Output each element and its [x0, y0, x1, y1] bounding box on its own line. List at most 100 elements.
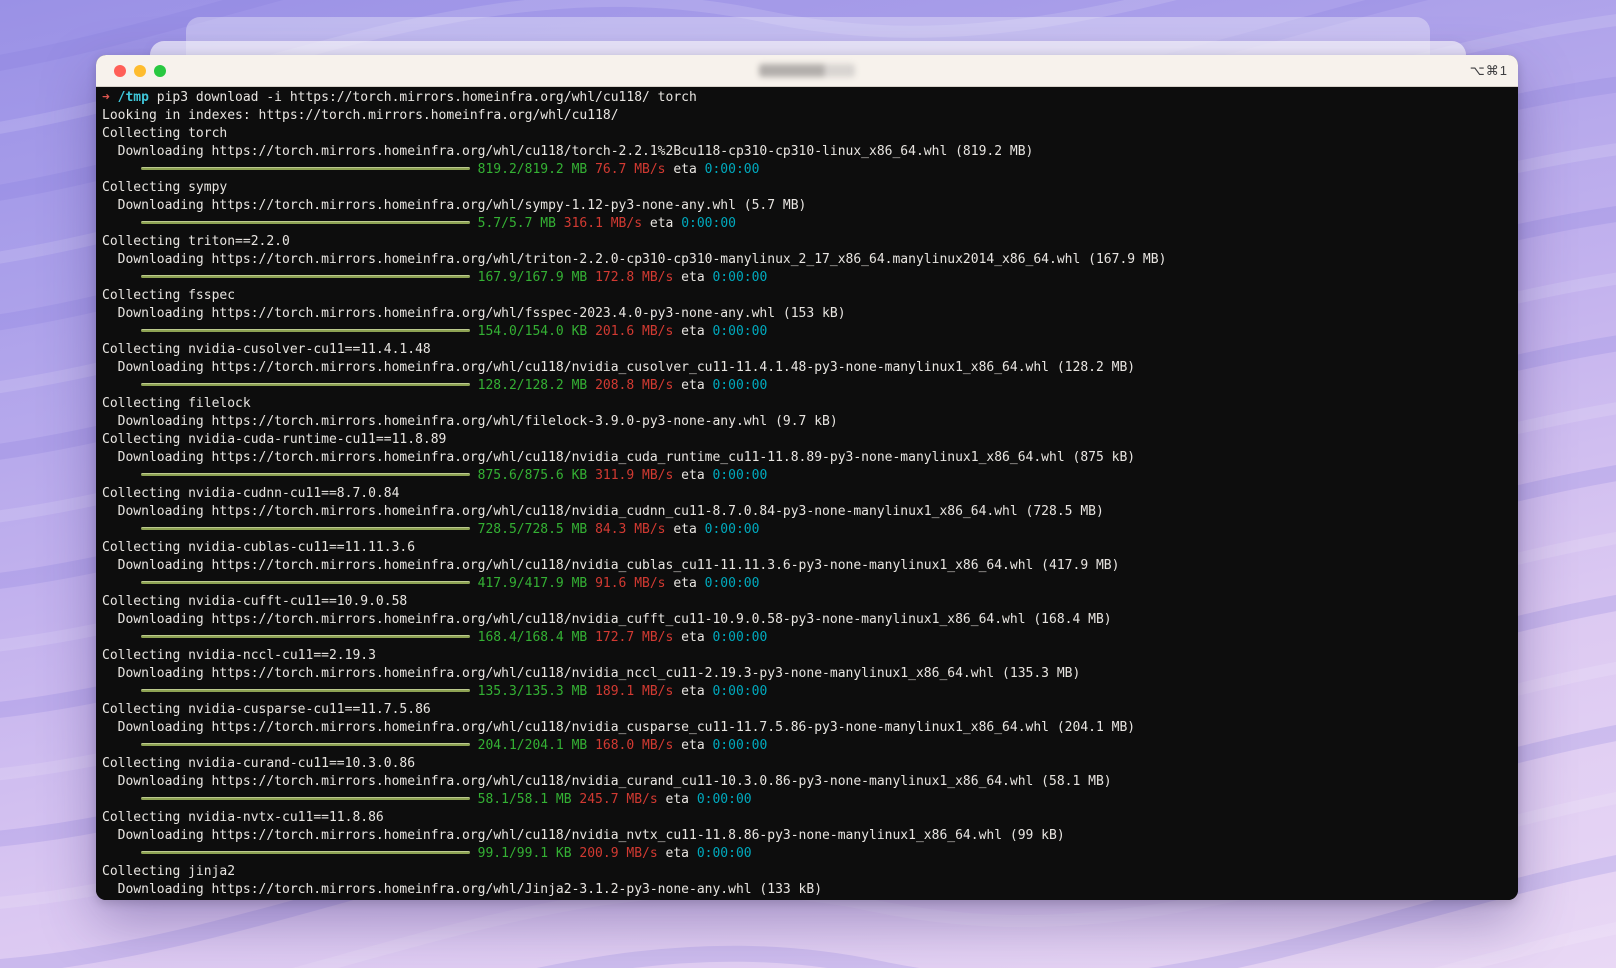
eta-value: 0:00:00 [712, 324, 768, 339]
progress-size: 58.1/58.1 MB [477, 792, 572, 807]
progress-line: 167.9/167.9 MB 172.8 MB/s eta 0:00:00 [102, 269, 1518, 287]
progress-speed: 189.1 MB/s [595, 684, 674, 699]
eta-label: eta [681, 468, 705, 483]
progress-size: 875.6/875.6 KB [477, 468, 588, 483]
downloading-line: Downloading https://torch.mirrors.homein… [117, 144, 1034, 159]
collecting-line: Collecting nvidia-nccl-cu11==2.19.3 [102, 648, 376, 663]
collecting-line: Collecting nvidia-cusparse-cu11==11.7.5.… [102, 702, 431, 717]
prompt-line: ➜ /tmp pip3 download -i https://torch.mirr… [102, 89, 1518, 107]
collecting-line: Collecting nvidia-cublas-cu11==11.11.3.6 [102, 540, 416, 555]
progress-bar [141, 527, 470, 530]
progress-line: 154.0/154.0 KB 201.6 MB/s eta 0:00:00 [102, 323, 1518, 341]
traffic-lights [114, 55, 166, 86]
eta-value: 0:00:00 [712, 468, 768, 483]
downloading-line: Downloading https://torch.mirrors.homein… [117, 414, 838, 429]
downloading-line: Downloading https://torch.mirrors.homein… [117, 450, 1136, 465]
eta-value: 0:00:00 [712, 270, 768, 285]
progress-line: 99.1/99.1 KB 200.9 MB/s eta 0:00:00 [102, 845, 1518, 863]
eta-value: 0:00:00 [704, 162, 760, 177]
progress-line: 819.2/819.2 MB 76.7 MB/s eta 0:00:00 [102, 161, 1518, 179]
progress-size: 417.9/417.9 MB [477, 576, 588, 591]
terminal-output[interactable]: ➜ /tmp pip3 download -i https://torch.mirr… [96, 87, 1518, 900]
eta-label: eta [673, 576, 697, 591]
progress-speed: 316.1 MB/s [563, 216, 643, 231]
collecting-line: Collecting nvidia-cusolver-cu11==11.4.1.… [102, 342, 431, 357]
eta-label: eta [681, 270, 705, 285]
eta-value: 0:00:00 [696, 792, 752, 807]
progress-speed: 76.7 MB/s [595, 162, 666, 177]
eta-label: eta [673, 162, 697, 177]
collecting-line: Collecting filelock [102, 396, 251, 411]
prompt-command: pip3 download -i https://torch.mirrors.h… [156, 90, 697, 105]
progress-speed: 245.7 MB/s [579, 792, 658, 807]
progress-speed: 200.9 MB/s [579, 846, 658, 861]
downloading-line: Downloading https://torch.mirrors.homein… [117, 666, 1081, 681]
progress-line: 5.7/5.7 MB 316.1 MB/s eta 0:00:00 [102, 215, 1518, 233]
progress-speed: 172.8 MB/s [595, 270, 674, 285]
downloading-line: Downloading https://torch.mirrors.homein… [117, 504, 1104, 519]
close-button[interactable] [114, 64, 126, 77]
downloading-line: Downloading https://torch.mirrors.homein… [117, 306, 846, 321]
downloading-line: Downloading https://torch.mirrors.homein… [117, 882, 823, 897]
downloading-line: Downloading https://torch.mirrors.homein… [117, 360, 1136, 375]
collecting-line: Collecting sympy [102, 180, 228, 195]
progress-size: 819.2/819.2 MB [477, 162, 588, 177]
collecting-line: Collecting nvidia-cuda-runtime-cu11==11.… [102, 432, 447, 447]
eta-value: 0:00:00 [712, 738, 768, 753]
progress-speed: 168.0 MB/s [595, 738, 674, 753]
downloading-line: Downloading https://torch.mirrors.homein… [117, 612, 1112, 627]
tab-shortcut-label: ⌥⌘1 [1469, 62, 1508, 78]
downloading-line: Downloading https://torch.mirrors.homein… [117, 558, 1120, 573]
zoom-button[interactable] [154, 64, 166, 77]
progress-size: 135.3/135.3 MB [477, 684, 588, 699]
progress-line: 168.4/168.4 MB 172.7 MB/s eta 0:00:00 [102, 629, 1518, 647]
progress-line: 58.1/58.1 MB 245.7 MB/s eta 0:00:00 [102, 791, 1518, 809]
eta-label: eta [649, 216, 674, 231]
progress-line: 204.1/204.1 MB 168.0 MB/s eta 0:00:00 [102, 737, 1518, 755]
progress-size: 168.4/168.4 MB [477, 630, 588, 645]
eta-value: 0:00:00 [712, 630, 768, 645]
prompt-cwd: /tmp [117, 90, 149, 105]
eta-value: 0:00:00 [712, 684, 768, 699]
collecting-line: Collecting nvidia-cudnn-cu11==8.7.0.84 [102, 486, 400, 501]
downloading-line: Downloading https://torch.mirrors.homein… [117, 774, 1112, 789]
progress-line: 417.9/417.9 MB 91.6 MB/s eta 0:00:00 [102, 575, 1518, 593]
progress-bar [141, 581, 470, 584]
collecting-line: Collecting fsspec [102, 288, 236, 303]
window-titlebar[interactable]: ⌥⌘1 [96, 55, 1518, 87]
eta-label: eta [681, 378, 705, 393]
eta-label: eta [673, 522, 697, 537]
progress-bar [141, 167, 470, 170]
progress-speed: 91.6 MB/s [595, 576, 666, 591]
progress-size: 99.1/99.1 KB [477, 846, 572, 861]
progress-size: 728.5/728.5 MB [477, 522, 588, 537]
progress-bar [141, 689, 470, 692]
progress-size: 167.9/167.9 MB [477, 270, 588, 285]
progress-line: 135.3/135.3 MB 189.1 MB/s eta 0:00:00 [102, 683, 1518, 701]
looking-in-indexes-line: Looking in indexes: https://torch.mirror… [102, 108, 619, 123]
progress-bar [141, 221, 470, 224]
progress-size: 128.2/128.2 MB [477, 378, 588, 393]
terminal-window: ⌥⌘1 ➜ /tmp pip3 download -i https://torch.… [96, 55, 1518, 900]
downloading-line: Downloading https://torch.mirrors.homein… [117, 198, 807, 213]
progress-line: 128.2/128.2 MB 208.8 MB/s eta 0:00:00 [102, 377, 1518, 395]
progress-bar [141, 635, 470, 638]
progress-bar [141, 275, 470, 278]
downloading-line: Downloading https://torch.mirrors.homein… [117, 252, 1167, 267]
progress-bar [141, 743, 470, 746]
collecting-line: Collecting torch [102, 126, 228, 141]
downloading-line: Downloading https://torch.mirrors.homein… [117, 720, 1136, 735]
eta-label: eta [681, 738, 705, 753]
progress-line: 728.5/728.5 MB 84.3 MB/s eta 0:00:00 [102, 521, 1518, 539]
eta-value: 0:00:00 [712, 378, 768, 393]
minimize-button[interactable] [134, 64, 146, 77]
progress-speed: 172.7 MB/s [595, 630, 674, 645]
window-title-redacted [759, 64, 855, 77]
package-list: Collecting torch Downloading https://torc… [102, 125, 1518, 899]
progress-bar [141, 797, 470, 800]
eta-value: 0:00:00 [696, 846, 752, 861]
progress-speed: 201.6 MB/s [595, 324, 674, 339]
progress-size: 154.0/154.0 KB [477, 324, 588, 339]
collecting-line: Collecting nvidia-cufft-cu11==10.9.0.58 [102, 594, 408, 609]
progress-size: 5.7/5.7 MB [477, 216, 556, 231]
